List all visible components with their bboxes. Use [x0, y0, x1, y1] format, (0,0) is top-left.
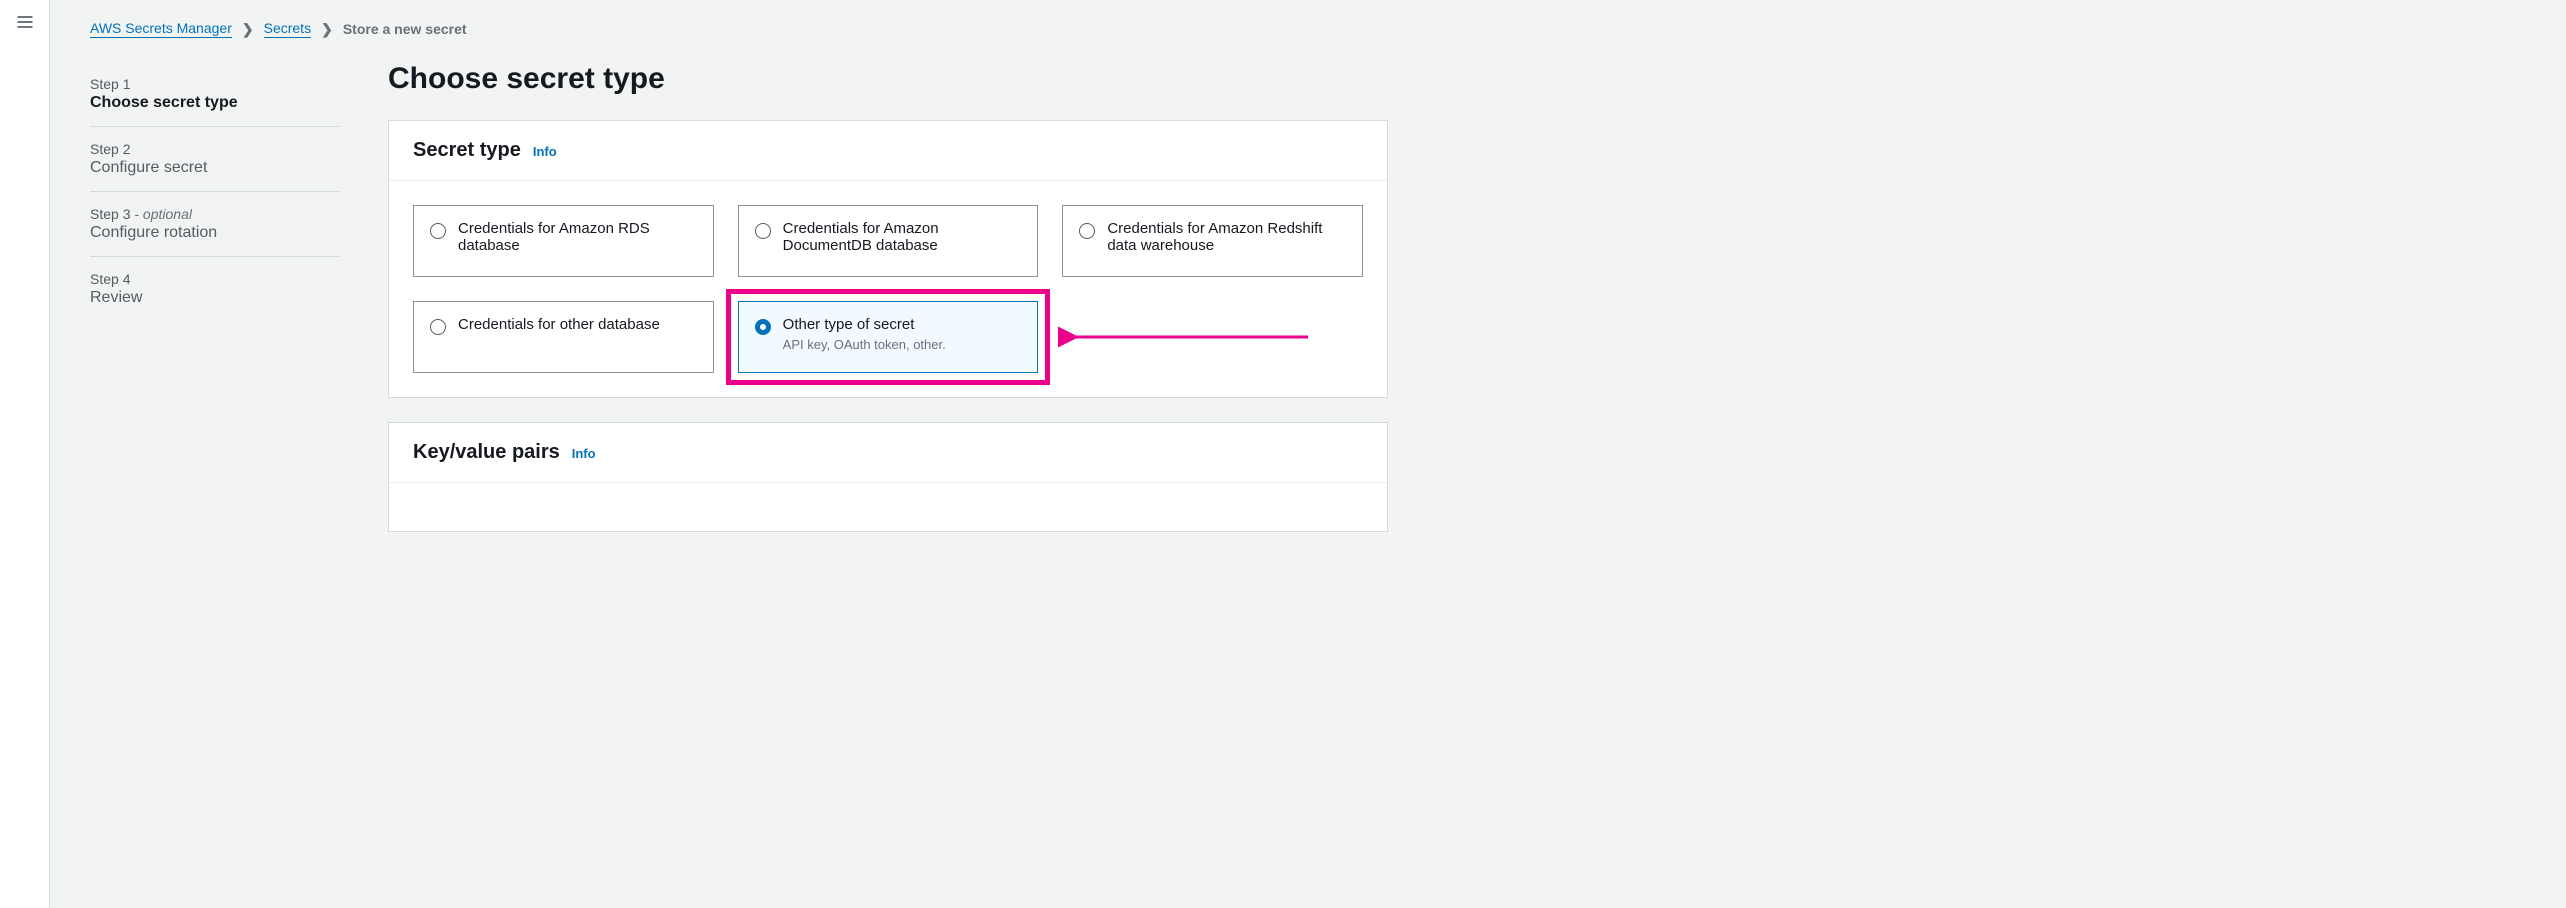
wizard-step-3[interactable]: Step 3 - optional Configure rotation: [90, 192, 340, 257]
radio-icon: [1079, 223, 1095, 239]
page-title: Choose secret type: [388, 62, 1388, 96]
breadcrumb-current: Store a new secret: [343, 21, 467, 37]
step-num: Step 4: [90, 271, 130, 287]
secret-type-heading: Secret type: [413, 139, 521, 162]
info-link[interactable]: Info: [533, 144, 557, 159]
wizard-nav: Step 1 Choose secret type Step 2 Configu…: [90, 62, 340, 321]
chevron-right-icon: ❯: [242, 21, 254, 38]
chevron-right-icon: ❯: [321, 21, 333, 38]
radio-icon: [755, 223, 771, 239]
breadcrumb-secrets[interactable]: Secrets: [264, 20, 311, 38]
info-link[interactable]: Info: [572, 446, 596, 461]
tile-label: Credentials for other database: [458, 316, 660, 333]
tile-other-secret[interactable]: Other type of secret API key, OAuth toke…: [738, 301, 1039, 373]
radio-icon: [430, 319, 446, 335]
radio-icon: [755, 319, 771, 335]
step-num: Step 1: [90, 76, 130, 92]
wizard-step-1[interactable]: Step 1 Choose secret type: [90, 62, 340, 127]
hamburger-icon[interactable]: [15, 12, 35, 908]
tile-label: Credentials for Amazon RDS database: [458, 220, 650, 254]
tile-label: Other type of secret: [783, 316, 915, 333]
tile-label: Credentials for Amazon DocumentDB databa…: [783, 220, 939, 254]
tile-documentdb[interactable]: Credentials for Amazon DocumentDB databa…: [738, 205, 1039, 277]
step-num: Step 2: [90, 141, 130, 157]
tile-desc: API key, OAuth token, other.: [783, 337, 946, 352]
wizard-step-2[interactable]: Step 2 Configure secret: [90, 127, 340, 192]
tile-other-database[interactable]: Credentials for other database: [413, 301, 714, 373]
step-title: Choose secret type: [90, 94, 340, 112]
step-title: Review: [90, 289, 340, 307]
tile-redshift[interactable]: Credentials for Amazon Redshift data war…: [1062, 205, 1363, 277]
step-optional: - optional: [130, 206, 191, 222]
breadcrumb: AWS Secrets Manager ❯ Secrets ❯ Store a …: [90, 20, 2526, 38]
step-num: Step 3: [90, 206, 130, 222]
radio-icon: [430, 223, 446, 239]
tile-label: Credentials for Amazon Redshift data war…: [1107, 220, 1322, 254]
tile-rds[interactable]: Credentials for Amazon RDS database: [413, 205, 714, 277]
key-value-heading: Key/value pairs: [413, 441, 560, 464]
key-value-panel: Key/value pairs Info: [388, 422, 1388, 532]
secret-type-panel: Secret type Info Credentials for Amazon …: [388, 120, 1388, 398]
breadcrumb-root[interactable]: AWS Secrets Manager: [90, 20, 232, 38]
step-title: Configure secret: [90, 159, 340, 177]
step-title: Configure rotation: [90, 224, 340, 242]
wizard-step-4[interactable]: Step 4 Review: [90, 257, 340, 321]
